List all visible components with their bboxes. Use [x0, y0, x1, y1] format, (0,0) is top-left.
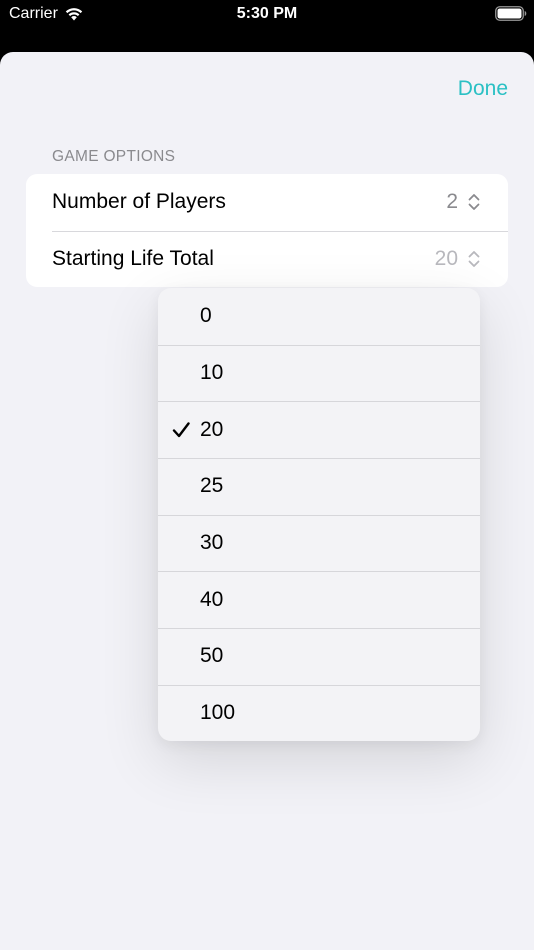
- starting-life-total-label: Starting Life Total: [52, 246, 214, 270]
- menu-item-label: 0: [200, 304, 212, 328]
- starting-life-total-row[interactable]: Starting Life Total 20: [26, 230, 508, 288]
- menu-item-40[interactable]: 40: [158, 571, 480, 628]
- section-header: GAME OPTIONS: [52, 148, 176, 165]
- menu-item-label: 20: [200, 417, 224, 441]
- checkmark-icon: [172, 422, 190, 437]
- menu-item-10[interactable]: 10: [158, 344, 480, 402]
- menu-item-label: 30: [200, 531, 224, 555]
- number-of-players-label: Number of Players: [52, 190, 226, 214]
- menu-item-100[interactable]: 100: [158, 684, 480, 741]
- menu-item-25[interactable]: 25: [158, 458, 480, 515]
- menu-item-0[interactable]: 0: [158, 288, 480, 345]
- menu-item-50[interactable]: 50: [158, 628, 480, 685]
- chevron-up-down-icon: [468, 250, 480, 267]
- life-total-menu: 0 10 20 25 30 40 50 100: [158, 288, 480, 741]
- menu-item-20[interactable]: 20: [158, 401, 480, 458]
- number-of-players-row[interactable]: Number of Players 2: [26, 174, 508, 231]
- done-button[interactable]: Done: [458, 77, 508, 101]
- menu-item-30[interactable]: 30: [158, 514, 480, 572]
- menu-item-label: 25: [200, 474, 224, 498]
- starting-life-total-value: 20: [434, 246, 458, 270]
- status-bar: Carrier 5:30 PM: [0, 0, 534, 52]
- menu-item-label: 100: [200, 701, 236, 725]
- menu-item-label: 10: [200, 361, 224, 385]
- menu-item-label: 50: [200, 644, 224, 668]
- menu-item-label: 40: [200, 587, 224, 611]
- chevron-up-down-icon: [468, 194, 480, 211]
- battery-icon: [495, 6, 527, 21]
- status-time: 5:30 PM: [236, 5, 298, 22]
- number-of-players-value: 2: [446, 190, 458, 214]
- game-options-group: Number of Players 2 Starting Life Total …: [26, 174, 508, 287]
